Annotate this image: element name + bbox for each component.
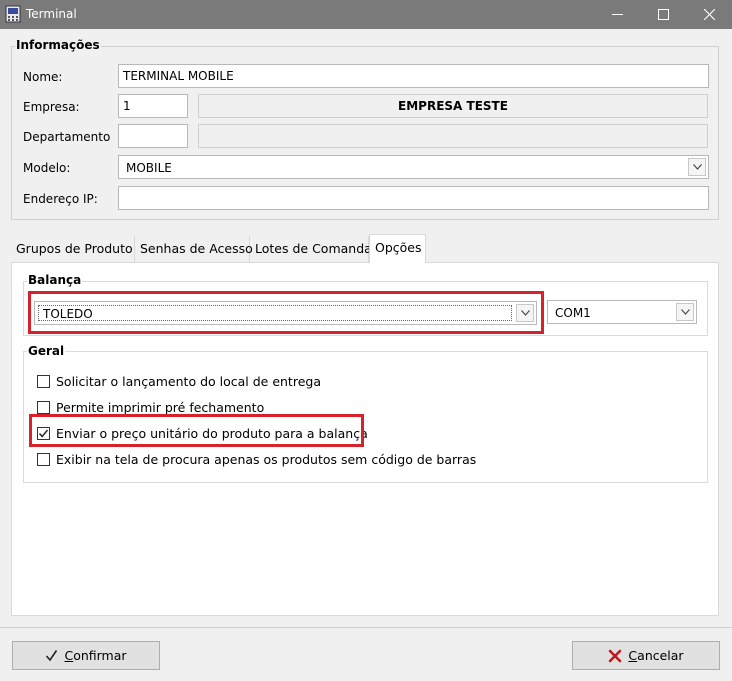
- departamento-label: Departamento: [23, 130, 111, 144]
- confirm-button[interactable]: Confirmar: [12, 641, 160, 670]
- empresa-name-field: EMPRESA TESTE: [198, 94, 708, 118]
- tab-opcoes[interactable]: Opções: [369, 234, 426, 263]
- modelo-label: Modelo:: [23, 161, 71, 175]
- checkbox-unchecked[interactable]: [37, 374, 50, 388]
- terminal-app-icon: [5, 5, 21, 23]
- confirm-button-label: Confirmar: [64, 648, 127, 663]
- close-button[interactable]: [686, 0, 732, 29]
- close-icon: [703, 9, 715, 20]
- highlight-box-balanca: [28, 291, 544, 334]
- option-solicitar-local[interactable]: Solicitar o lançamento do local de entre…: [37, 372, 321, 390]
- tab-grupos-de-produto[interactable]: Grupos de Produto: [11, 236, 135, 262]
- modelo-select[interactable]: MOBILE: [118, 155, 709, 179]
- window-title: Terminal: [26, 7, 77, 21]
- tab-lotes-de-comanda[interactable]: Lotes de Comanda: [250, 236, 372, 262]
- maximize-icon: [657, 9, 669, 20]
- chevron-down-icon[interactable]: [688, 158, 706, 176]
- maximize-button[interactable]: [640, 0, 686, 29]
- cancel-x-icon: [609, 649, 622, 662]
- highlight-box-enviar-preco: [29, 414, 364, 447]
- departamento-name-field: [198, 124, 708, 148]
- empresa-code-input[interactable]: 1: [118, 94, 188, 118]
- footer-divider: [0, 627, 732, 628]
- checkbox-unchecked[interactable]: [37, 452, 50, 466]
- checkmark-icon: [46, 650, 58, 662]
- balanca-port-select[interactable]: COM1: [547, 300, 697, 324]
- info-group-title: Informações: [15, 38, 101, 52]
- chevron-down-icon[interactable]: [676, 303, 694, 321]
- minimize-button[interactable]: [594, 0, 640, 29]
- departamento-code-input[interactable]: [118, 124, 188, 148]
- minimize-icon: [611, 14, 623, 15]
- option-label: Solicitar o lançamento do local de entre…: [56, 373, 321, 389]
- title-bar: Terminal: [0, 0, 732, 29]
- ip-label: Endereço IP:: [23, 192, 98, 206]
- nome-input[interactable]: TERMINAL MOBILE: [118, 64, 709, 88]
- balanca-group-title: Balança: [27, 273, 83, 287]
- geral-group-title: Geral: [27, 344, 66, 358]
- option-label: Permite imprimir pré fechamento: [56, 399, 265, 415]
- cancel-button-label: Cancelar: [628, 648, 684, 663]
- empresa-label: Empresa:: [23, 100, 80, 114]
- balanca-port-value: COM1: [555, 306, 591, 320]
- option-label: Exibir na tela de procura apenas os prod…: [56, 451, 477, 467]
- modelo-value: MOBILE: [126, 161, 172, 175]
- tab-senhas-de-acesso[interactable]: Senhas de Acesso: [135, 236, 253, 262]
- ip-input[interactable]: [118, 186, 709, 210]
- checkbox-unchecked[interactable]: [37, 400, 50, 414]
- nome-label: Nome:: [23, 70, 63, 84]
- option-exibir-sem-codigo[interactable]: Exibir na tela de procura apenas os prod…: [37, 450, 476, 468]
- cancel-button[interactable]: Cancelar: [572, 641, 720, 670]
